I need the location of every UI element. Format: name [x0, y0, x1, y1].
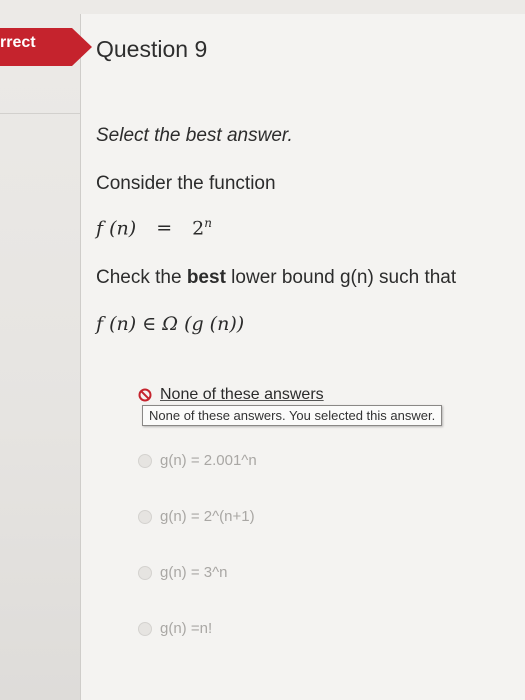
- function-equals: =: [156, 217, 173, 240]
- answer-option-selected[interactable]: None of these answers: [138, 386, 324, 404]
- divider: [0, 113, 80, 114]
- incorrect-icon: [138, 388, 152, 402]
- status-label: rrect: [0, 34, 36, 51]
- bound-prompt: Check the best lower bound g(n) such tha…: [96, 267, 456, 289]
- answer-label: g(n) = 2.001^n: [160, 452, 257, 469]
- question-title: Question 9: [96, 36, 208, 62]
- answer-label: g(n) =n!: [160, 620, 213, 637]
- answer-label: g(n) = 3^n: [160, 564, 228, 581]
- radio-button[interactable]: [138, 621, 152, 636]
- function-definition: f (n) = 2n: [96, 216, 212, 239]
- radio-button[interactable]: [138, 565, 152, 580]
- answer-option-4[interactable]: g(n) =n!: [138, 620, 212, 637]
- question-card: [80, 14, 525, 700]
- function-rhs-exponent: n: [204, 216, 212, 230]
- membership-expression: f (n) ∈ Ω (g (n)): [96, 313, 245, 335]
- answer-label: g(n) = 2^(n+1): [160, 508, 255, 525]
- bound-prompt-pre: Check the: [96, 267, 187, 288]
- bound-prompt-post: lower bound g(n) such that: [225, 267, 457, 288]
- question-instruction: Select the best answer.: [96, 125, 293, 146]
- answer-option-2[interactable]: g(n) = 2^(n+1): [138, 508, 255, 525]
- answer-tooltip: None of these answers. You selected this…: [142, 405, 443, 426]
- function-rhs-base: 2: [192, 217, 205, 240]
- bound-prompt-bold: best: [186, 267, 226, 288]
- function-lhs: f (n): [96, 217, 137, 240]
- answer-option-1[interactable]: g(n) = 2.001^n: [138, 452, 257, 469]
- answer-label-selected: None of these answers: [160, 386, 324, 403]
- answer-option-3[interactable]: g(n) = 3^n: [138, 564, 228, 581]
- radio-button[interactable]: [138, 453, 152, 468]
- question-intro: Consider the function: [96, 173, 276, 194]
- radio-button[interactable]: [138, 509, 152, 524]
